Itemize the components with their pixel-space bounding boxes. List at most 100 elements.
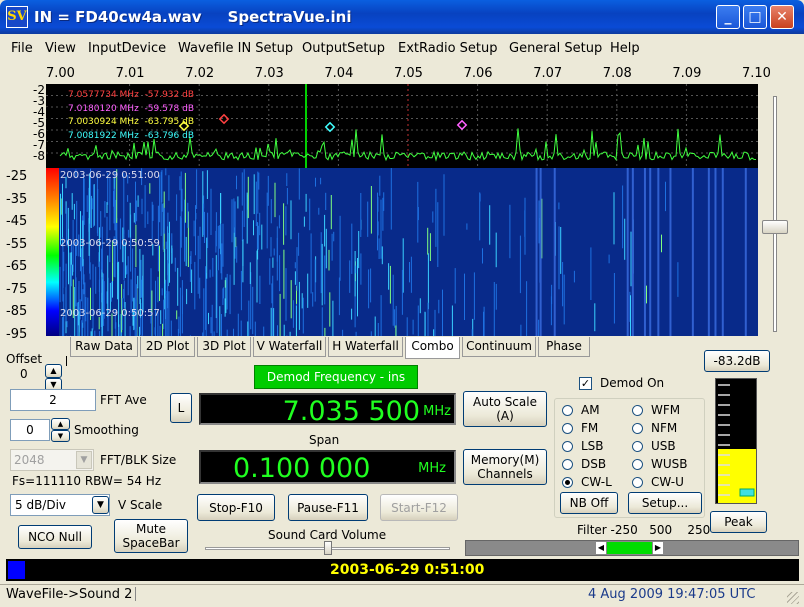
level-readout[interactable]: -83.2dB (704, 350, 770, 372)
filter-right-arrow-icon[interactable]: ▶ (653, 542, 663, 554)
mode-radio-cw-u[interactable] (632, 477, 643, 488)
window-title: IN = FD40cw4a.wav SpectraVue.ini (34, 8, 352, 26)
freq-tick-label: 7.06 (463, 66, 493, 81)
mode-radio-fm[interactable] (562, 423, 573, 434)
nco-null-button[interactable]: NCO Null (18, 525, 92, 549)
setup-button[interactable]: Setup... (628, 492, 702, 514)
smoothing-input[interactable]: 0 (10, 419, 50, 441)
marker-diamond[interactable] (456, 119, 468, 131)
minimize-button[interactable]: _ (716, 5, 740, 29)
chevron-down-icon[interactable]: ▼ (76, 451, 92, 469)
demod-on-checkbox[interactable]: ✓ (579, 377, 592, 390)
mode-radio-am[interactable] (562, 405, 573, 416)
menu-outputsetup[interactable]: OutputSetup (302, 41, 385, 56)
memory-channels-button[interactable]: Memory(M) Channels (463, 449, 547, 485)
freq-tick-label: 7.09 (672, 66, 702, 81)
chevron-down-icon[interactable]: ▼ (92, 496, 109, 514)
start-button[interactable]: Start-F12 (380, 494, 458, 521)
volume-slider-thumb[interactable] (323, 541, 332, 555)
waterfall-timestamp: 2003-06-29 0:50:59 (60, 238, 160, 249)
filter-left-arrow-icon[interactable]: ◀ (596, 542, 606, 554)
mode-radio-dsb[interactable] (562, 459, 573, 470)
mode-radio-lsb[interactable] (562, 441, 573, 452)
mode-label-wfm: WFM (651, 403, 681, 417)
mode-label-fm: FM (581, 421, 599, 435)
marker-readout: 7.0577734 MHz -57.932 dB (68, 90, 194, 100)
offset-spin-up[interactable]: ▲ (45, 364, 62, 378)
resize-grip[interactable] (787, 592, 799, 604)
waterfall-y-label: -25 (6, 169, 28, 184)
status-right: 4 Aug 2009 19:47:05 UTC (588, 587, 756, 602)
waterfall-y-label: -95 (6, 326, 28, 342)
level-meter-peak (739, 488, 755, 497)
level-meter (715, 378, 757, 504)
menu-help[interactable]: Help (610, 41, 640, 56)
color-scale-bar (46, 168, 59, 336)
mode-radio-cw-l[interactable] (562, 477, 573, 488)
status-left: WaveFile->Sound 2 (6, 587, 133, 602)
menu-inputdevice[interactable]: InputDevice (88, 41, 166, 56)
freq-tick-label: 7.02 (185, 66, 215, 81)
smoothing-spin-down[interactable]: ▼ (51, 430, 70, 442)
menu-general-setup[interactable]: General Setup (509, 41, 602, 56)
fft-blk-label: FFT/BLK Size (100, 453, 177, 467)
auto-scale-button[interactable]: Auto Scale (A) (463, 391, 547, 427)
record-indicator (8, 561, 25, 579)
demod-frequency-unit: MHz (423, 404, 451, 419)
tab-3d-plot[interactable]: 3D Plot (197, 337, 251, 357)
l-button[interactable]: L (170, 393, 192, 423)
mode-label-cw-l: CW-L (581, 475, 612, 489)
vertical-slider-track[interactable] (773, 96, 777, 332)
nb-off-button[interactable]: NB Off (560, 492, 618, 514)
span-value: 0.100 000 (233, 453, 371, 484)
demod-frequency-banner: Demod Frequency - ins (254, 365, 418, 389)
marker-readout: 7.0180120 MHz -59.578 dB (68, 103, 194, 114)
stop-button[interactable]: Stop-F10 (197, 494, 275, 521)
filter-label: Filter -250 500 250 (577, 523, 711, 537)
mode-label-am: AM (581, 403, 600, 417)
volume-label: Sound Card Volume (268, 528, 387, 542)
filter-passband[interactable] (607, 542, 652, 554)
tab-v-waterfall[interactable]: V Waterfall (253, 337, 326, 357)
mode-label-nfm: NFM (651, 421, 678, 435)
time-banner-text: 2003-06-29 0:51:00 (330, 562, 485, 578)
fft-ave-label: FFT Ave (100, 393, 147, 407)
tab-combo[interactable]: Combo (405, 337, 460, 359)
mode-label-dsb: DSB (581, 457, 607, 471)
mode-label-usb: USB (651, 439, 676, 453)
waterfall-y-label: -75 (6, 281, 28, 297)
app-icon[interactable]: SV (6, 6, 28, 28)
peak-button[interactable]: Peak (710, 511, 767, 533)
tab-h-waterfall[interactable]: H Waterfall (328, 337, 403, 357)
fft-ave-input[interactable]: 2 (10, 389, 96, 411)
maximize-button[interactable]: □ (743, 5, 767, 29)
pause-button[interactable]: Pause-F11 (288, 494, 368, 521)
menu-file[interactable]: File (11, 41, 33, 56)
span-display[interactable]: 0.100 000 MHz (199, 450, 456, 484)
status-divider (135, 587, 136, 601)
waterfall-timestamp: 2003-06-29 0:51:00 (60, 170, 160, 181)
tab-phase[interactable]: Phase (538, 337, 590, 357)
mode-radio-wusb[interactable] (632, 459, 643, 470)
freq-tick-label: 7.08 (602, 66, 632, 81)
waterfall-y-label: -45 (6, 214, 28, 229)
mute-button[interactable]: Mute SpaceBar (114, 519, 188, 553)
smoothing-label: Smoothing (74, 423, 139, 437)
span-label: Span (309, 433, 340, 447)
mode-radio-usb[interactable] (632, 441, 643, 452)
menu-view[interactable]: View (45, 41, 76, 56)
freq-tick-label: 7.10 (742, 66, 771, 81)
mode-radio-nfm[interactable] (632, 423, 643, 434)
menu-wavefile-setup[interactable]: Wavefile IN Setup (178, 41, 293, 56)
tab-raw-data[interactable]: Raw Data (70, 337, 138, 357)
close-button[interactable]: ✕ (770, 5, 794, 29)
tab-continuum[interactable]: Continuum (462, 337, 536, 357)
menu-extradio-setup[interactable]: ExtRadio Setup (398, 41, 498, 56)
demod-on-label: Demod On (600, 376, 665, 390)
demod-frequency-display[interactable]: 7.035 500 MHz (199, 393, 456, 427)
mode-label-lsb: LSB (581, 439, 604, 453)
mode-radio-wfm[interactable] (632, 405, 643, 416)
tab-2d-plot[interactable]: 2D Plot (140, 337, 195, 357)
freq-tick-label: 7.07 (533, 66, 563, 81)
vertical-slider-thumb[interactable] (762, 220, 788, 234)
